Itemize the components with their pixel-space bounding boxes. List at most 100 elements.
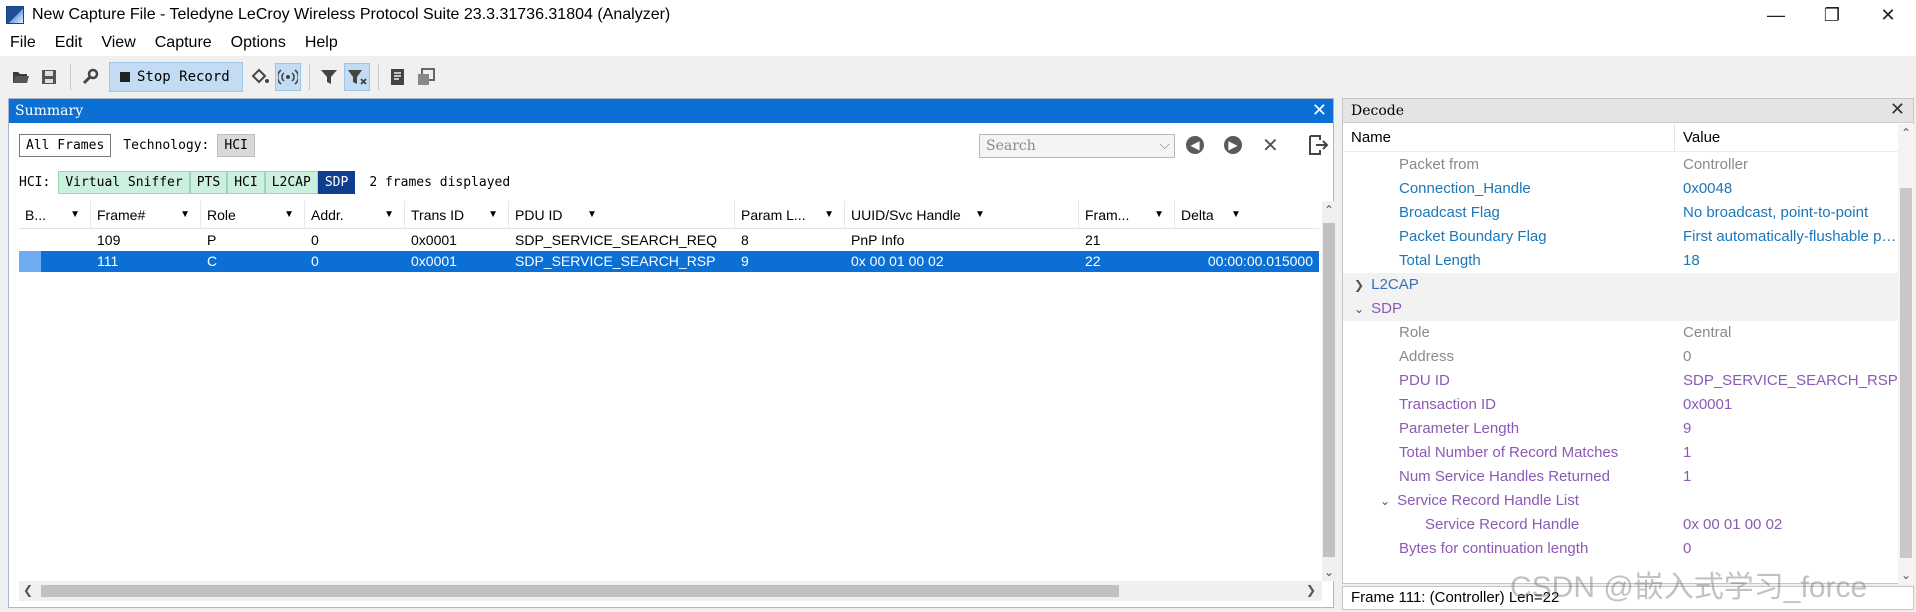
menu-edit[interactable]: Edit — [45, 30, 92, 56]
column-header-trans-id[interactable]: Trans ID ▼ — [405, 201, 509, 229]
window-controls: — ❐ ✕ — [1748, 0, 1916, 30]
decode-row[interactable]: Packet Boundary Flag First automatically… — [1343, 225, 1898, 249]
dropdown-arrow-icon[interactable]: ▼ — [70, 201, 80, 229]
chevron-down-icon[interactable]: ⌄ — [1324, 565, 1334, 579]
decode-panel: Decode ✕ Name Value Packet from Controll… — [1342, 98, 1914, 584]
chevron-right-icon[interactable]: ❯ — [1351, 273, 1367, 297]
wrench-icon[interactable] — [77, 63, 103, 91]
wireless-signal-icon[interactable] — [274, 63, 301, 91]
field-value: Central — [1683, 324, 1732, 341]
dropdown-arrow-icon[interactable]: ▼ — [824, 201, 834, 229]
dropdown-arrow-icon[interactable]: ▼ — [384, 201, 394, 229]
chevron-left-icon[interactable]: ❮ — [23, 583, 33, 597]
column-header-delta[interactable]: Delta ▼ — [1175, 201, 1319, 229]
chevron-right-icon[interactable]: ❯ — [1306, 583, 1316, 597]
dropdown-arrow-icon[interactable]: ▼ — [180, 201, 190, 229]
export-icon[interactable] — [1307, 134, 1329, 156]
column-header-frame[interactable]: Frame# ▼ — [91, 201, 201, 229]
decode-row[interactable]: PDU ID SDP_SERVICE_SEARCH_RSP — [1343, 369, 1898, 393]
decode-row[interactable]: Total Length 18 — [1343, 249, 1898, 273]
field-name: Bytes for continuation length — [1399, 540, 1589, 557]
dropdown-arrow-icon[interactable]: ▼ — [975, 201, 985, 229]
decode-row[interactable]: Total Number of Record Matches 1 — [1343, 441, 1898, 465]
dropdown-arrow-icon[interactable]: ▼ — [587, 201, 597, 229]
decode-row[interactable]: Connection_Handle 0x0048 — [1343, 177, 1898, 201]
open-folder-icon[interactable] — [8, 63, 34, 91]
vertical-scrollbar[interactable]: ⌃ ⌄ — [1322, 201, 1336, 581]
dropdown-arrow-icon[interactable]: ▼ — [1154, 201, 1164, 229]
group-name: ⌄ Service Record Handle List — [1343, 489, 1675, 513]
decode-row[interactable]: Bytes for continuation length 0 — [1343, 537, 1898, 561]
save-icon[interactable] — [36, 63, 62, 91]
search-input[interactable]: Search ⌵ — [979, 134, 1175, 158]
close-icon[interactable]: ✕ — [1890, 99, 1905, 120]
decode-row[interactable]: Role Central — [1343, 321, 1898, 345]
filter-hci[interactable]: HCI — [227, 170, 265, 194]
decode-row[interactable]: Service Record Handle 0x 00 01 00 02 — [1343, 513, 1898, 537]
menu-options[interactable]: Options — [221, 30, 295, 56]
decode-row[interactable]: Broadcast Flag No broadcast, point-to-po… — [1343, 201, 1898, 225]
chevron-down-icon[interactable]: ⌵ — [1159, 137, 1170, 153]
cell-addr: 0 — [311, 253, 319, 269]
close-icon[interactable]: ✕ — [1312, 100, 1327, 121]
decode-group-l2cap[interactable]: ❯ L2CAP — [1343, 273, 1898, 297]
technology-hci-tag[interactable]: HCI — [217, 133, 255, 157]
clear-search-icon[interactable]: ✕ — [1262, 133, 1279, 158]
decode-row[interactable]: Transaction ID 0x0001 — [1343, 393, 1898, 417]
horizontal-scrollbar[interactable]: ❮ ❯ — [19, 581, 1322, 601]
menu-help[interactable]: Help — [295, 30, 347, 56]
all-frames-button[interactable]: All Frames — [19, 133, 112, 157]
chevron-up-icon[interactable]: ⌃ — [1901, 126, 1911, 140]
filter-clear-icon[interactable] — [343, 63, 370, 91]
decode-vertical-scrollbar[interactable]: ⌃ ⌄ — [1898, 124, 1914, 584]
minimize-button[interactable]: — — [1748, 0, 1804, 30]
search-previous-icon[interactable]: ◀ — [1186, 136, 1204, 154]
group-name: ❯ L2CAP — [1343, 273, 1675, 297]
dropdown-arrow-icon[interactable]: ▼ — [284, 201, 294, 229]
column-header-uuid-svc-handle[interactable]: UUID/Svc Handle ▼ — [845, 201, 1079, 229]
table-row-selected[interactable]: 111 C 0 0x0001 SDP_SERVICE_SEARCH_RSP 9 … — [19, 251, 1319, 272]
decode-scroll-thumb[interactable] — [1900, 188, 1912, 558]
column-header-addr[interactable]: Addr. ▼ — [305, 201, 405, 229]
column-header-b[interactable]: B... ▼ — [19, 201, 91, 229]
window-copy-icon[interactable] — [413, 63, 439, 91]
decode-group-service-record-handle-list[interactable]: ⌄ Service Record Handle List — [1343, 489, 1898, 513]
column-header-param-length[interactable]: Param L... ▼ — [735, 201, 845, 229]
dropdown-arrow-icon[interactable]: ▼ — [488, 201, 498, 229]
filter-sdp[interactable]: SDP — [317, 170, 356, 194]
decode-row[interactable]: Parameter Length 9 — [1343, 417, 1898, 441]
column-header-role[interactable]: Role ▼ — [201, 201, 305, 229]
chevron-down-icon[interactable]: ⌄ — [1377, 489, 1393, 513]
decode-row[interactable]: Num Service Handles Returned 1 — [1343, 465, 1898, 489]
table-row[interactable]: 109 P 0 0x0001 SDP_SERVICE_SEARCH_REQ 8 … — [19, 230, 1319, 251]
chevron-down-icon[interactable]: ⌄ — [1351, 297, 1367, 321]
search-next-icon[interactable]: ▶ — [1224, 136, 1242, 154]
chevron-up-icon[interactable]: ⌃ — [1324, 203, 1334, 217]
cell-trans-id: 0x0001 — [411, 232, 457, 248]
group-name: ⌄ SDP — [1343, 297, 1675, 321]
filter-icon[interactable] — [316, 63, 342, 91]
chevron-down-icon[interactable]: ⌄ — [1901, 568, 1911, 582]
column-header-value[interactable]: Value — [1675, 124, 1898, 151]
menu-view[interactable]: View — [91, 30, 144, 56]
report-icon[interactable] — [385, 63, 411, 91]
filter-l2cap[interactable]: L2CAP — [264, 170, 318, 194]
decode-row[interactable]: Address 0 — [1343, 345, 1898, 369]
column-header-pdu-id[interactable]: PDU ID ▼ — [509, 201, 735, 229]
close-button[interactable]: ✕ — [1860, 0, 1916, 30]
paint-bucket-icon[interactable] — [247, 63, 273, 91]
filter-pts[interactable]: PTS — [189, 170, 228, 194]
menu-file[interactable]: File — [0, 30, 45, 56]
dropdown-arrow-icon[interactable]: ▼ — [1231, 201, 1241, 229]
summary-toolbar: All Frames Technology: HCI — [19, 131, 255, 159]
column-header-frame-length[interactable]: Fram... ▼ — [1079, 201, 1175, 229]
horizontal-scroll-thumb[interactable] — [41, 585, 1119, 597]
stop-record-button[interactable]: Stop Record — [109, 62, 243, 92]
decode-group-sdp[interactable]: ⌄ SDP — [1343, 297, 1898, 321]
menu-capture[interactable]: Capture — [145, 30, 221, 56]
filter-virtual-sniffer[interactable]: Virtual Sniffer — [58, 170, 190, 194]
vertical-scroll-thumb[interactable] — [1323, 223, 1335, 557]
column-header-name[interactable]: Name — [1343, 124, 1675, 151]
decode-row[interactable]: Packet from Controller — [1343, 153, 1898, 177]
maximize-button[interactable]: ❐ — [1804, 0, 1860, 30]
